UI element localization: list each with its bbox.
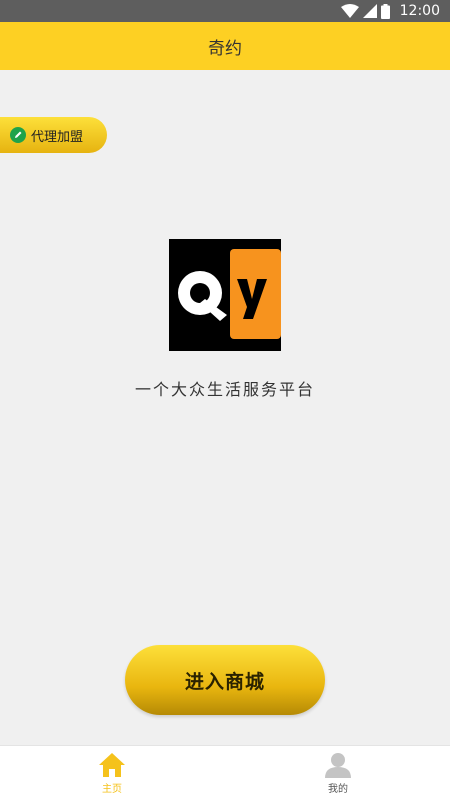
wifi-icon <box>341 4 359 18</box>
enter-mall-button[interactable]: 进入商城 <box>125 645 325 715</box>
agent-join-button[interactable]: 代理加盟 <box>0 117 107 153</box>
page-title: 奇约 <box>208 38 242 59</box>
status-bar: 12:00 <box>0 0 450 22</box>
pencil-icon <box>10 127 26 143</box>
tab-home[interactable]: 主页 <box>62 752 162 795</box>
status-time: 12:00 <box>399 3 440 19</box>
enter-mall-label: 进入商城 <box>184 670 265 693</box>
agent-join-label: 代理加盟 <box>31 129 84 145</box>
app-logo <box>169 239 281 351</box>
status-icons <box>341 3 390 19</box>
home-icon <box>99 753 125 777</box>
slogan: 一个大众生活服务平台 <box>134 380 315 399</box>
battery-icon <box>381 3 390 19</box>
bottom-tab-bar: 主页 我的 <box>0 745 450 801</box>
tab-mine-label: 我的 <box>328 784 348 795</box>
app-bar: 奇约 <box>0 22 450 70</box>
signal-icon <box>363 4 377 18</box>
tab-home-label: 主页 <box>102 784 122 795</box>
user-icon <box>325 753 351 778</box>
tab-mine[interactable]: 我的 <box>288 752 388 795</box>
